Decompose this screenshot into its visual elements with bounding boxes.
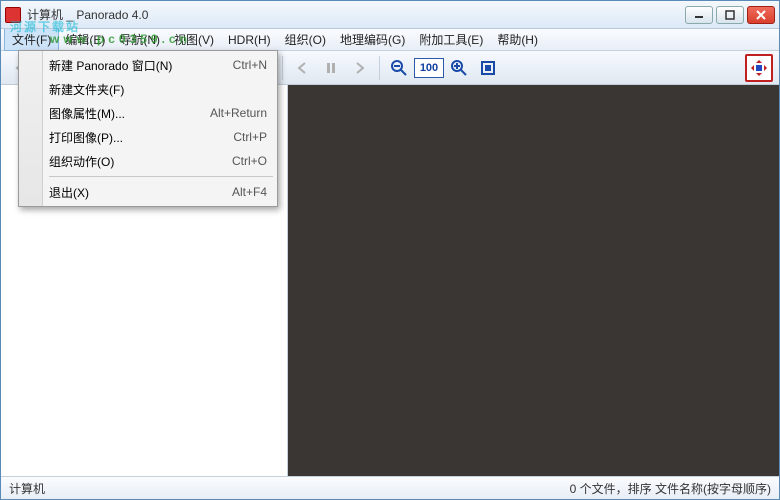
- menu-geo[interactable]: 地理编码(G): [333, 29, 412, 50]
- close-button[interactable]: [747, 6, 775, 24]
- window-title: 计算机 _ Panorado 4.0: [27, 6, 685, 23]
- menu-image-props[interactable]: 图像属性(M)... Alt+Return: [21, 101, 275, 125]
- menu-org[interactable]: 组织(O): [278, 29, 333, 50]
- toolbar-separator: [282, 56, 283, 80]
- menu-nav[interactable]: 导航(N): [112, 29, 167, 50]
- menu-exit[interactable]: 退出(X) Alt+F4: [21, 180, 275, 204]
- zoom-value[interactable]: 100: [414, 58, 444, 78]
- menu-help[interactable]: 帮助(H): [490, 29, 545, 50]
- image-view-pane[interactable]: [288, 85, 779, 476]
- status-right: 0 个文件，排序 文件名称(按字母顺序): [570, 480, 771, 497]
- prev-button[interactable]: [288, 54, 316, 82]
- app-icon: [5, 7, 21, 23]
- menu-edit[interactable]: 编辑(E): [58, 29, 112, 50]
- menu-print[interactable]: 打印图像(P)... Ctrl+P: [21, 125, 275, 149]
- menu-bar: 文件(F) 编辑(E) 导航(N) 视图(V) HDR(H) 组织(O) 地理编…: [1, 29, 779, 51]
- app-window: 计算机 _ Panorado 4.0 河源下载站 www.pc0359.cn 文…: [0, 0, 780, 500]
- menu-new-folder[interactable]: 新建文件夹(F): [21, 77, 275, 101]
- maximize-button[interactable]: [716, 6, 744, 24]
- menu-file[interactable]: 文件(F): [5, 29, 58, 50]
- status-left: 计算机: [9, 480, 45, 497]
- fullscreen-button[interactable]: [474, 54, 502, 82]
- zoom-in-button[interactable]: [445, 54, 473, 82]
- menu-view[interactable]: 视图(V): [167, 29, 221, 50]
- menu-new-window[interactable]: 新建 Panorado 窗口(N) Ctrl+N: [21, 53, 275, 77]
- title-bar: 计算机 _ Panorado 4.0: [1, 1, 779, 29]
- menu-tools[interactable]: 附加工具(E): [412, 29, 490, 50]
- pan-nav-button[interactable]: [745, 54, 773, 82]
- menu-org-actions[interactable]: 组织动作(O) Ctrl+O: [21, 149, 275, 173]
- file-menu-dropdown: 新建 Panorado 窗口(N) Ctrl+N 新建文件夹(F) 图像属性(M…: [18, 50, 278, 207]
- menu-separator: [49, 176, 273, 177]
- next-button[interactable]: [346, 54, 374, 82]
- zoom-out-button[interactable]: [385, 54, 413, 82]
- status-bar: 计算机 0 个文件，排序 文件名称(按字母顺序): [1, 477, 779, 499]
- toolbar-separator: [379, 56, 380, 80]
- menu-hdr[interactable]: HDR(H): [221, 29, 278, 50]
- minimize-button[interactable]: [685, 6, 713, 24]
- pause-button[interactable]: [317, 54, 345, 82]
